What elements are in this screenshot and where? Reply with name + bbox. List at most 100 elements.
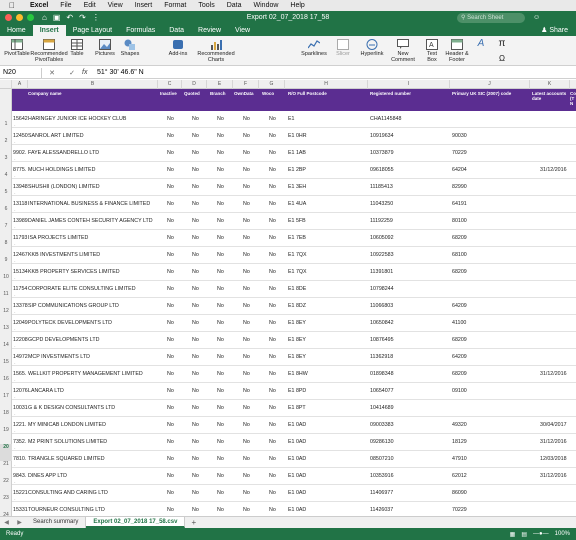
cell-company-name[interactable]: KKB INVESTMENTS LIMITED bbox=[28, 252, 100, 258]
cell-quoted[interactable]: No bbox=[192, 116, 199, 122]
formula-input[interactable]: 51° 30' 46.6" N bbox=[94, 69, 144, 76]
pivottable-button[interactable]: PivotTable bbox=[4, 38, 30, 57]
cell-registered-number[interactable]: 09003383 bbox=[370, 422, 394, 428]
cell-inactive[interactable]: No bbox=[167, 184, 174, 190]
cell-registered-number[interactable]: 10922583 bbox=[370, 252, 394, 258]
cell-woco[interactable]: No bbox=[269, 201, 276, 207]
col-header-e[interactable]: E bbox=[207, 80, 233, 89]
row-header[interactable]: 20 bbox=[0, 444, 12, 461]
cell-sic[interactable]: 64209 bbox=[452, 354, 467, 360]
cell-inactive[interactable]: No bbox=[167, 473, 174, 479]
tab-home[interactable]: Home bbox=[0, 25, 33, 36]
cell-branch[interactable]: No bbox=[217, 150, 224, 156]
cell-branch[interactable]: No bbox=[217, 235, 224, 241]
share-button[interactable]: ♟ Share bbox=[541, 26, 568, 34]
menu-view[interactable]: View bbox=[102, 2, 129, 9]
cell-woco[interactable]: No bbox=[269, 337, 276, 343]
menu-edit[interactable]: Edit bbox=[78, 2, 102, 9]
row-header[interactable]: 18 bbox=[0, 410, 12, 427]
cell-owndata[interactable]: No bbox=[243, 337, 250, 343]
row-header[interactable]: 1 bbox=[0, 121, 12, 138]
cell-quoted[interactable]: No bbox=[192, 456, 199, 462]
enter-icon[interactable]: ✓ bbox=[69, 69, 75, 77]
cell-inactive[interactable]: No bbox=[167, 388, 174, 394]
cell-company-name[interactable]: MY MINICAB LONDON LIMITED bbox=[28, 422, 106, 428]
cell-woco[interactable]: No bbox=[269, 439, 276, 445]
row-header[interactable]: 13 bbox=[0, 325, 12, 342]
cell-latest-accounts[interactable]: 30/04/2017 bbox=[540, 422, 567, 428]
cell-inactive[interactable]: No bbox=[167, 286, 174, 292]
cell-company-name[interactable]: KKB PROPERTY SERVICES LIMITED bbox=[28, 269, 120, 275]
cell-inactive[interactable]: No bbox=[167, 116, 174, 122]
cell-branch[interactable]: No bbox=[217, 388, 224, 394]
menu-data[interactable]: Data bbox=[221, 2, 248, 9]
sparklines-button[interactable]: Sparklines bbox=[300, 38, 328, 57]
cell-sic[interactable]: 49320 bbox=[452, 422, 467, 428]
cell-owndata[interactable]: No bbox=[243, 388, 250, 394]
menu-app[interactable]: Excel bbox=[24, 2, 54, 9]
cell-branch[interactable]: No bbox=[217, 320, 224, 326]
col-header-l[interactable]: L bbox=[570, 80, 576, 89]
row-header[interactable]: 6 bbox=[0, 206, 12, 223]
table-row[interactable]: 13948 SHUSHII (LONDON) LIMITED No No No No No E… bbox=[12, 179, 576, 196]
cell-postcode[interactable]: E1 0AD bbox=[288, 456, 306, 462]
add-sheet-button[interactable]: + bbox=[185, 518, 202, 527]
row-header[interactable]: 11 bbox=[0, 291, 12, 308]
cell-company-name[interactable]: INTERNATIONAL BUSINESS & FINANCE LIMITED bbox=[28, 201, 150, 207]
cell-postcode[interactable]: E1 0AD bbox=[288, 422, 306, 428]
cell-branch[interactable]: No bbox=[217, 405, 224, 411]
col-header-j[interactable]: J bbox=[450, 80, 530, 89]
cell-postcode[interactable]: E1 0AD bbox=[288, 490, 306, 496]
cell-quoted[interactable]: No bbox=[192, 354, 199, 360]
cell-sic[interactable]: 80100 bbox=[452, 218, 467, 224]
cell-owndata[interactable]: No bbox=[243, 473, 250, 479]
cell-registered-number[interactable]: 10605092 bbox=[370, 235, 394, 241]
sheet-tab-search-summary[interactable]: Search summary bbox=[26, 517, 87, 528]
cell-company-name[interactable]: SHUSHII (LONDON) LIMITED bbox=[28, 184, 100, 190]
cell-quoted[interactable]: No bbox=[192, 388, 199, 394]
cell-postcode[interactable]: E1 7QX bbox=[288, 269, 307, 275]
menu-insert[interactable]: Insert bbox=[129, 2, 159, 9]
menu-format[interactable]: Format bbox=[158, 2, 192, 9]
cell-sic[interactable]: 82990 bbox=[452, 184, 467, 190]
cell-registered-number[interactable]: 11391801 bbox=[370, 269, 393, 275]
cell-company-name[interactable]: TRIANGLE SQUARED LIMITED bbox=[28, 456, 105, 462]
cell-company-name[interactable]: POLYTECK DEVELOPMENTS LTD bbox=[28, 320, 112, 326]
symbol-button[interactable]: Ω bbox=[494, 53, 510, 66]
cell-owndata[interactable]: No bbox=[243, 269, 250, 275]
cell-postcode[interactable]: E1 7EB bbox=[288, 235, 306, 241]
cell-woco[interactable]: No bbox=[269, 269, 276, 275]
cell-company-name[interactable]: M2 PRINT SOLUTIONS LIMITED bbox=[28, 439, 107, 445]
fx-icon[interactable]: fx bbox=[82, 69, 94, 76]
cell-woco[interactable]: No bbox=[269, 116, 276, 122]
row-header[interactable]: 9 bbox=[0, 257, 12, 274]
wordart-button[interactable]: A bbox=[473, 38, 489, 51]
cell-branch[interactable]: No bbox=[217, 269, 224, 275]
cell-owndata[interactable]: No bbox=[243, 422, 250, 428]
cell-company-name[interactable]: TOURNEUR CONSULTING LTD bbox=[28, 507, 105, 513]
cell-owndata[interactable]: No bbox=[243, 320, 250, 326]
table-row[interactable]: 12076 LANCARA LTD No No No No No E1 8PD 10654077… bbox=[12, 383, 576, 400]
cell-branch[interactable]: No bbox=[217, 184, 224, 190]
cell-owndata[interactable]: No bbox=[243, 303, 250, 309]
cell-woco[interactable]: No bbox=[269, 473, 276, 479]
col-header-c[interactable]: C bbox=[158, 80, 182, 89]
table-row[interactable]: 11754 CORPORATE ELITE CONSULTING LIMITED N… bbox=[12, 281, 576, 298]
cell-sic[interactable]: 64204 bbox=[452, 167, 467, 173]
cell-registered-number[interactable]: 09618055 bbox=[370, 167, 394, 173]
cell-postcode[interactable]: E1 0HR bbox=[288, 133, 307, 139]
table-row[interactable]: 11793 ISA PROJECTS LIMITED No No No No No E1 7E… bbox=[12, 230, 576, 247]
row-header[interactable]: 19 bbox=[0, 427, 12, 444]
cell-postcode[interactable]: E1 8DZ bbox=[288, 303, 306, 309]
cell-branch[interactable]: No bbox=[217, 371, 224, 377]
cell-sic[interactable]: 68209 bbox=[452, 337, 467, 343]
cell-quoted[interactable]: No bbox=[192, 201, 199, 207]
cell-inactive[interactable]: No bbox=[167, 252, 174, 258]
table-row[interactable]: 15134 KKB PROPERTY SERVICES LIMITED No No No… bbox=[12, 264, 576, 281]
normal-view-icon[interactable]: ▦ bbox=[510, 531, 516, 538]
cell-owndata[interactable]: No bbox=[243, 252, 250, 258]
cell-inactive[interactable]: No bbox=[167, 133, 174, 139]
table-row[interactable]: 15331 TOURNEUR CONSULTING LTD No No No No No E1… bbox=[12, 502, 576, 516]
cell-registered-number[interactable]: 11185413 bbox=[370, 184, 393, 190]
cell-quoted[interactable]: No bbox=[192, 286, 199, 292]
